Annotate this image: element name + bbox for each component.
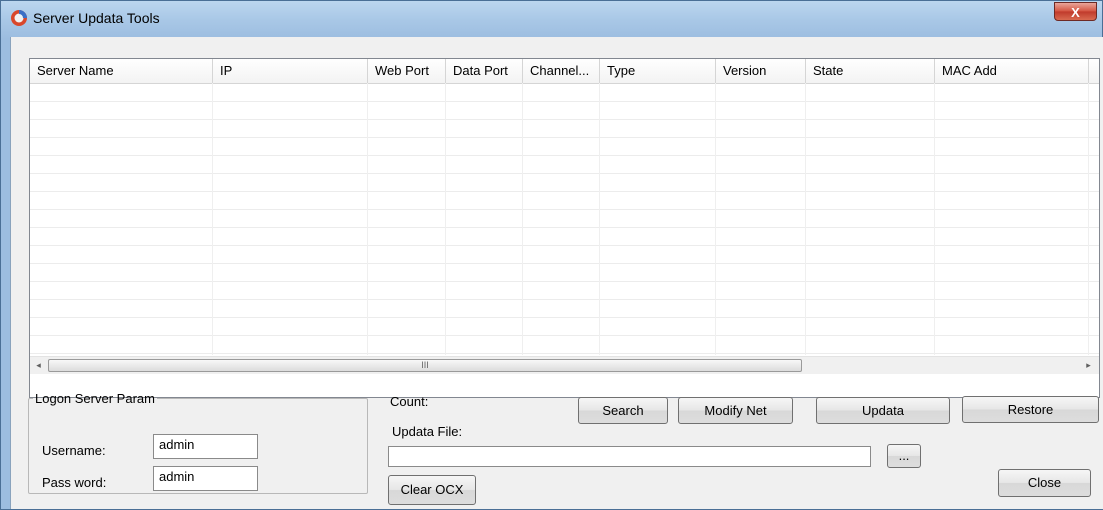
column-header-server-name[interactable]: Server Name	[30, 59, 213, 83]
column-header-version[interactable]: Version	[716, 59, 806, 83]
logon-server-param-group: Logon Server Param Username: admin Pass …	[28, 391, 368, 494]
password-label: Pass word:	[42, 475, 107, 490]
row-gridline	[30, 101, 1099, 102]
row-gridline	[30, 353, 1099, 354]
search-button[interactable]: Search	[578, 397, 668, 424]
close-button[interactable]: Close	[998, 469, 1091, 497]
row-gridline	[30, 263, 1099, 264]
password-field[interactable]: admin	[153, 466, 258, 491]
modify-net-button[interactable]: Modify Net	[678, 397, 793, 424]
main-window: Server Updata Tools X Server Name IP Web…	[0, 0, 1103, 510]
app-icon	[11, 10, 27, 26]
horizontal-scrollbar[interactable]: ◂ III ▸	[30, 356, 1099, 374]
title-bar[interactable]: Server Updata Tools X	[1, 1, 1102, 37]
clear-ocx-button[interactable]: Clear OCX	[388, 475, 476, 505]
row-gridline	[30, 335, 1099, 336]
client-area: Server Name IP Web Port Data Port Channe…	[10, 37, 1103, 509]
close-window-button[interactable]: X	[1054, 2, 1097, 21]
row-gridline	[30, 209, 1099, 210]
row-gridline	[30, 155, 1099, 156]
column-header-type[interactable]: Type	[600, 59, 716, 83]
column-header-mac-add[interactable]: MAC Add	[935, 59, 1089, 83]
updata-file-field[interactable]	[388, 446, 871, 467]
list-header: Server Name IP Web Port Data Port Channe…	[30, 59, 1099, 84]
updata-button[interactable]: Updata	[816, 397, 950, 424]
row-gridline	[30, 245, 1099, 246]
column-header-channel[interactable]: Channel...	[523, 59, 600, 83]
list-rows	[30, 83, 1099, 355]
window-title: Server Updata Tools	[33, 10, 160, 26]
column-header-state[interactable]: State	[806, 59, 935, 83]
row-gridline	[30, 137, 1099, 138]
column-header-web-port[interactable]: Web Port	[368, 59, 446, 83]
row-gridline	[30, 119, 1099, 120]
column-header-data-port[interactable]: Data Port	[446, 59, 523, 83]
row-gridline	[30, 191, 1099, 192]
server-list[interactable]: Server Name IP Web Port Data Port Channe…	[29, 58, 1100, 398]
row-gridline	[30, 227, 1099, 228]
username-label: Username:	[42, 443, 106, 458]
scroll-left-icon[interactable]: ◂	[30, 357, 47, 374]
count-label: Count:	[390, 394, 429, 409]
username-field[interactable]: admin	[153, 434, 258, 459]
row-gridline	[30, 173, 1099, 174]
row-gridline	[30, 317, 1099, 318]
row-gridline	[30, 299, 1099, 300]
scroll-right-icon[interactable]: ▸	[1080, 357, 1097, 374]
logon-group-legend: Logon Server Param	[35, 391, 155, 406]
column-header-ip[interactable]: IP	[213, 59, 368, 83]
restore-button[interactable]: Restore	[962, 396, 1099, 423]
updata-file-label: Updata File:	[392, 424, 463, 439]
browse-file-button[interactable]: ...	[887, 444, 921, 468]
scroll-thumb[interactable]: III	[48, 359, 802, 372]
row-gridline	[30, 281, 1099, 282]
